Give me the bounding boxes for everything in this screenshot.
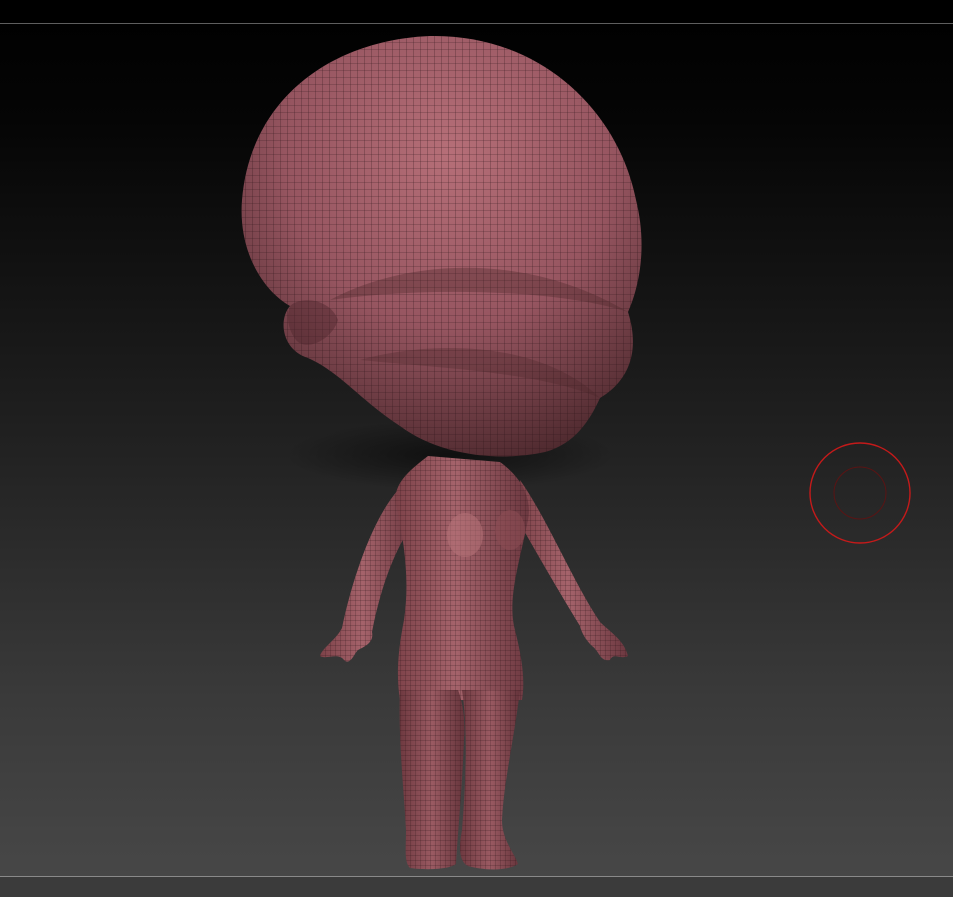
canvas-viewport[interactable] (0, 0, 953, 897)
brush-cursor-icon[interactable] (808, 441, 912, 545)
model-head[interactable] (241, 35, 642, 457)
model-body[interactable] (320, 456, 628, 870)
bottom-shelf (0, 877, 953, 897)
